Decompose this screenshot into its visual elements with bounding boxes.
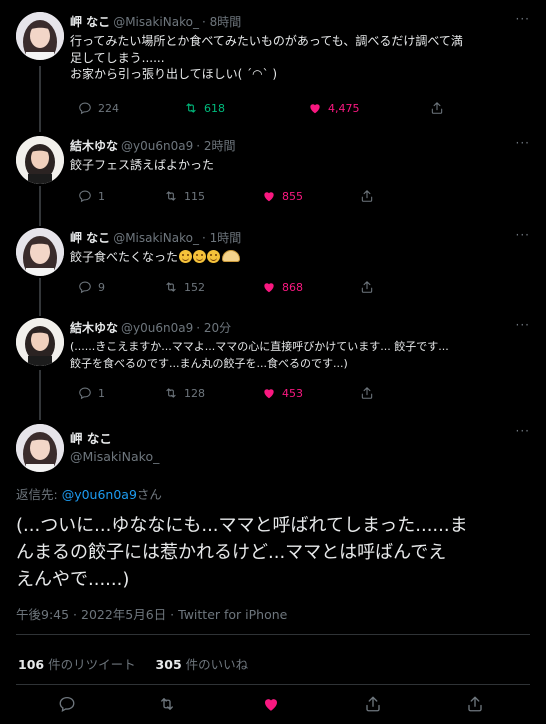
avatar[interactable] — [16, 318, 64, 366]
retweet-icon — [158, 695, 176, 713]
dumpling-emoji — [222, 250, 241, 262]
timestamp[interactable]: · 20分 — [196, 321, 231, 335]
share-icon — [430, 101, 444, 115]
retweet-button[interactable]: 152 — [164, 280, 205, 294]
tweet-text: 餃子フェス誘えばよかった — [70, 158, 215, 172]
main-action-bar — [0, 695, 546, 717]
tweet-text: (......きこえますか...ママよ...ママの心に直接呼びかけています...… — [70, 340, 449, 370]
avatar[interactable] — [16, 136, 64, 184]
reply-icon — [78, 189, 92, 203]
reply-button[interactable]: 1 — [78, 189, 105, 203]
retweet-icon — [184, 101, 198, 115]
retweet-button[interactable]: 618 — [184, 101, 225, 115]
share-menu-button[interactable] — [466, 695, 484, 717]
handle[interactable]: @MisakiNako_ — [70, 449, 159, 464]
retweet-count-link[interactable]: 106 件のリツイート — [18, 657, 136, 672]
divider — [16, 684, 530, 685]
tweet-stats: 106 件のリツイート 305 件のいいね — [18, 654, 248, 673]
tweet[interactable]: ··· 結木ゆな @y0u6n0a9 · 2時間 餃子フェス誘えばよかった 1 11… — [0, 136, 546, 216]
tweet-timestamp[interactable]: 午後9:45 · 2022年5月6日 · Twitter for iPhone — [16, 604, 287, 623]
handle[interactable]: @y0u6n0a9 — [121, 139, 193, 153]
display-name[interactable]: 岬 なこ — [70, 15, 110, 29]
drooling-face-emoji — [179, 250, 193, 263]
like-button[interactable]: 453 — [262, 386, 303, 400]
tweet-text: 行ってみたい場所とか食べてみたいものがあっても、調べるだけ調べて満 足してしまう… — [70, 34, 463, 81]
like-button[interactable]: 868 — [262, 280, 303, 294]
retweet-icon — [164, 280, 178, 294]
reply-icon — [58, 695, 76, 713]
drooling-face-emoji — [207, 250, 221, 263]
replying-to: 返信先: @y0u6n0a9さん — [16, 487, 162, 502]
display-name[interactable]: 結木ゆな — [70, 139, 118, 153]
reply-icon — [78, 386, 92, 400]
share-button[interactable] — [360, 189, 374, 203]
heart-icon — [262, 189, 276, 203]
reply-button[interactable] — [58, 695, 76, 717]
share-button[interactable] — [360, 386, 374, 400]
like-button[interactable]: 855 — [262, 189, 303, 203]
reply-button[interactable]: 1 — [78, 386, 105, 400]
handle[interactable]: @MisakiNako_ — [113, 15, 199, 29]
drooling-face-emoji — [193, 250, 207, 263]
retweet-button[interactable]: 115 — [164, 189, 205, 203]
tweet[interactable]: ··· 岬 なこ @MisakiNako_ · 8時間 行ってみたい場所とか食べてみ… — [0, 12, 546, 124]
main-tweet-text: (...ついに...ゆななにも...ママと呼ばれてしまった......ま んまる… — [16, 515, 468, 590]
avatar[interactable] — [16, 12, 64, 60]
heart-icon — [262, 386, 276, 400]
timestamp[interactable]: · 8時間 — [202, 15, 241, 29]
reply-button[interactable]: 224 — [78, 101, 119, 115]
share-icon — [364, 695, 382, 713]
avatar[interactable] — [16, 424, 64, 472]
like-button[interactable] — [262, 695, 280, 717]
retweet-button[interactable]: 128 — [164, 386, 205, 400]
share-icon — [360, 189, 374, 203]
tweet[interactable]: ··· 岬 なこ @MisakiNako_ · 1時間 餃子食べたくなった 9 15… — [0, 228, 546, 308]
reply-icon — [78, 101, 92, 115]
display-name[interactable]: 岬 なこ — [70, 428, 159, 447]
timestamp[interactable]: · 2時間 — [196, 139, 235, 153]
reply-to-link[interactable]: @y0u6n0a9 — [62, 487, 137, 502]
avatar[interactable] — [16, 228, 64, 276]
display-name[interactable]: 結木ゆな — [70, 321, 118, 335]
share-icon — [360, 386, 374, 400]
display-name[interactable]: 岬 なこ — [70, 231, 110, 245]
reply-icon — [78, 280, 92, 294]
heart-icon — [262, 280, 276, 294]
retweet-button[interactable] — [158, 695, 176, 717]
handle[interactable]: @y0u6n0a9 — [121, 321, 193, 335]
retweet-icon — [164, 386, 178, 400]
timestamp[interactable]: · 1時間 — [202, 231, 241, 245]
reply-button[interactable]: 9 — [78, 280, 105, 294]
retweet-icon — [164, 189, 178, 203]
tweet-text: 餃子食べたくなった — [70, 249, 532, 266]
divider — [16, 634, 530, 635]
upload-icon — [466, 695, 484, 713]
heart-icon — [262, 695, 280, 713]
share-button[interactable] — [364, 695, 382, 717]
handle[interactable]: @MisakiNako_ — [113, 231, 199, 245]
share-button[interactable] — [360, 280, 374, 294]
like-button[interactable]: 4,475 — [308, 101, 360, 115]
share-icon — [360, 280, 374, 294]
share-button[interactable] — [430, 101, 444, 115]
tweet[interactable]: ··· 結木ゆな @y0u6n0a9 · 20分 (......きこえますか...マ… — [0, 318, 546, 410]
heart-icon — [308, 101, 322, 115]
more-options-icon[interactable]: ··· — [516, 424, 530, 438]
like-count-link[interactable]: 305 件のいいね — [156, 657, 249, 672]
